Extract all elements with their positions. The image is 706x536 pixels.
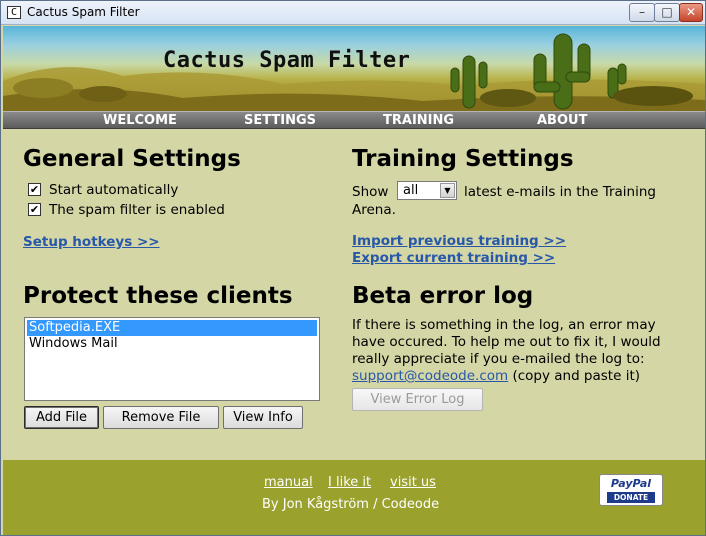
manual-link[interactable]: manual <box>264 475 313 490</box>
chevron-down-icon[interactable]: ▼ <box>440 183 455 198</box>
minimize-button[interactable]: – <box>629 3 655 22</box>
beta-text-line-1: If there is something in the log, an err… <box>352 317 656 333</box>
i-like-it-link[interactable]: I like it <box>328 475 371 490</box>
view-info-button[interactable]: View Info <box>223 406 303 429</box>
import-training-link[interactable]: Import previous training >> <box>352 233 566 249</box>
list-item[interactable]: Windows Mail <box>27 336 317 352</box>
footer: manual I like it visit us By Jon Kågströ… <box>3 460 705 535</box>
beta-email-line: support@codeode.com (copy and paste it) <box>352 368 640 385</box>
app-window: C Cactus Spam Filter – □ ✕ Cactus Spam F… <box>0 0 706 536</box>
show-count-select[interactable]: all ▼ <box>397 181 457 200</box>
beta-text-line-2: have occured. To help me out to fix it, … <box>352 334 661 350</box>
general-settings-heading: General Settings <box>23 146 241 172</box>
clients-listbox[interactable]: Softpedia.EXE Windows Mail <box>24 317 320 401</box>
start-automatically-checkbox[interactable]: ✔ <box>28 183 41 196</box>
header-banner: Cactus Spam Filter <box>3 26 705 111</box>
start-automatically-label: Start automatically <box>49 182 179 198</box>
list-item[interactable]: Softpedia.EXE <box>27 320 317 336</box>
support-email-link[interactable]: support@codeode.com <box>352 368 508 384</box>
spam-filter-enabled-checkbox[interactable]: ✔ <box>28 203 41 216</box>
visit-us-link[interactable]: visit us <box>390 475 436 490</box>
add-file-button[interactable]: Add File <box>24 406 99 429</box>
remove-file-button[interactable]: Remove File <box>103 406 219 429</box>
maximize-button[interactable]: □ <box>654 3 680 22</box>
beta-text-line-3: really appreciate if you e-mailed the lo… <box>352 351 645 367</box>
window-title: Cactus Spam Filter <box>27 5 140 19</box>
nav-about[interactable]: ABOUT <box>537 112 587 129</box>
nav-training[interactable]: TRAINING <box>383 112 454 129</box>
close-button[interactable]: ✕ <box>679 3 703 22</box>
paypal-donate-button[interactable]: PayPal DONATE <box>599 474 663 506</box>
show-count-value: all <box>403 183 419 198</box>
training-settings-heading: Training Settings <box>352 146 574 172</box>
setup-hotkeys-link[interactable]: Setup hotkeys >> <box>23 234 160 250</box>
banner-title: Cactus Spam Filter <box>163 48 411 73</box>
show-suffix-text: latest e-mails in the Training <box>464 184 656 200</box>
main-nav: WELCOME SETTINGS TRAINING ABOUT <box>3 111 705 129</box>
author-credit: By Jon Kågström / Codeode <box>262 497 440 512</box>
nav-settings[interactable]: SETTINGS <box>244 112 316 129</box>
title-bar[interactable]: C Cactus Spam Filter – □ ✕ <box>1 1 705 25</box>
protect-clients-heading: Protect these clients <box>23 283 293 309</box>
nav-welcome[interactable]: WELCOME <box>103 112 177 129</box>
view-error-log-button[interactable]: View Error Log <box>352 388 483 411</box>
donate-label: DONATE <box>607 492 655 503</box>
paypal-logo: PayPal <box>610 477 652 490</box>
beta-error-log-heading: Beta error log <box>352 283 534 309</box>
show-suffix-text-2: Arena. <box>352 202 396 218</box>
app-icon: C <box>7 6 21 19</box>
show-label: Show <box>352 184 389 200</box>
spam-filter-enabled-label: The spam filter is enabled <box>49 202 225 218</box>
export-training-link[interactable]: Export current training >> <box>352 250 555 266</box>
email-suffix: (copy and paste it) <box>508 368 641 384</box>
